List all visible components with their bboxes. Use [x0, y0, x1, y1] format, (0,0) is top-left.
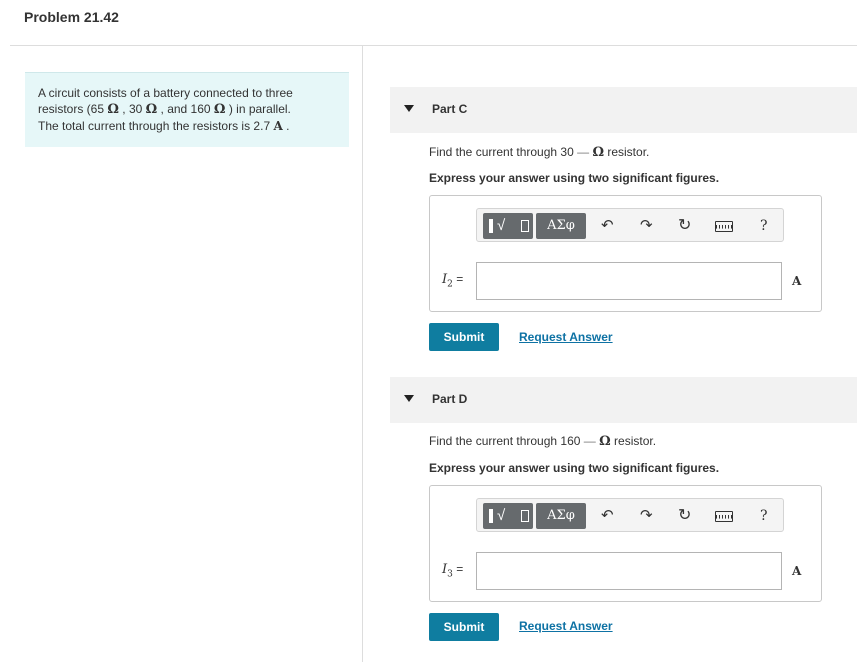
- variable-label: I3 =: [442, 562, 464, 580]
- intro-line-2: resistors (65 Ω , 30 Ω , and 160 Ω ) in …: [38, 102, 291, 117]
- reset-icon[interactable]: ↻: [678, 507, 691, 525]
- collapse-caret-icon[interactable]: [404, 105, 414, 112]
- part-d-instruction: Express your answer using two significan…: [429, 461, 720, 475]
- greek-symbols-icon[interactable]: ΑΣφ: [536, 503, 586, 529]
- intro-line-1: A circuit consists of a battery connecte…: [38, 86, 293, 100]
- math-toolbar: √ ΑΣφ ↶ ↷ ↻ ?: [476, 498, 784, 532]
- answer-input[interactable]: [476, 552, 782, 590]
- part-d-label: Part D: [432, 392, 468, 406]
- help-icon[interactable]: ?: [760, 217, 768, 235]
- ohm-symbol: Ω: [107, 102, 119, 117]
- request-answer-link[interactable]: Request Answer: [519, 330, 613, 344]
- request-answer-link[interactable]: Request Answer: [519, 619, 613, 633]
- ohm-symbol: Ω: [213, 102, 226, 117]
- greek-symbols-icon[interactable]: ΑΣφ: [536, 213, 586, 239]
- header-divider: [10, 45, 857, 46]
- unit-label: A: [792, 274, 802, 288]
- keyboard-icon[interactable]: [715, 221, 733, 232]
- intro-line-3: The total current through the resistors …: [38, 119, 290, 133]
- redo-icon[interactable]: ↷: [640, 217, 653, 235]
- templates-icon[interactable]: √: [483, 213, 533, 239]
- undo-icon[interactable]: ↶: [601, 507, 614, 525]
- part-c-header[interactable]: Part C: [390, 87, 857, 133]
- part-c-answer-box: √ ΑΣφ ↶ ↷ ↻ ? I2 = A: [429, 195, 822, 312]
- undo-icon[interactable]: ↶: [601, 217, 614, 235]
- ohm-symbol: Ω: [145, 102, 158, 117]
- submit-button[interactable]: Submit: [429, 323, 499, 351]
- templates-icon[interactable]: √: [483, 503, 533, 529]
- part-d-header[interactable]: Part D: [390, 377, 857, 423]
- column-divider: [362, 45, 363, 662]
- problem-title: Problem 21.42: [24, 9, 119, 25]
- part-d-answer-box: √ ΑΣφ ↶ ↷ ↻ ? I3 = A: [429, 485, 822, 602]
- part-c-question: Find the current through 30 — Ω resistor…: [429, 145, 650, 160]
- reset-icon[interactable]: ↻: [678, 217, 691, 235]
- amp-unit: A: [273, 119, 283, 133]
- help-icon[interactable]: ?: [760, 507, 768, 525]
- redo-icon[interactable]: ↷: [640, 507, 653, 525]
- keyboard-icon[interactable]: [715, 511, 733, 522]
- unit-label: A: [792, 564, 802, 578]
- part-d-question: Find the current through 160 — Ω resisto…: [429, 434, 657, 449]
- math-toolbar: √ ΑΣφ ↶ ↷ ↻ ?: [476, 208, 784, 242]
- part-c-label: Part C: [432, 102, 468, 116]
- part-c-instruction: Express your answer using two significan…: [429, 171, 720, 185]
- answer-input[interactable]: [476, 262, 782, 300]
- variable-label: I2 =: [442, 272, 464, 290]
- problem-intro: A circuit consists of a battery connecte…: [25, 72, 349, 147]
- submit-button[interactable]: Submit: [429, 613, 499, 641]
- collapse-caret-icon[interactable]: [404, 395, 414, 402]
